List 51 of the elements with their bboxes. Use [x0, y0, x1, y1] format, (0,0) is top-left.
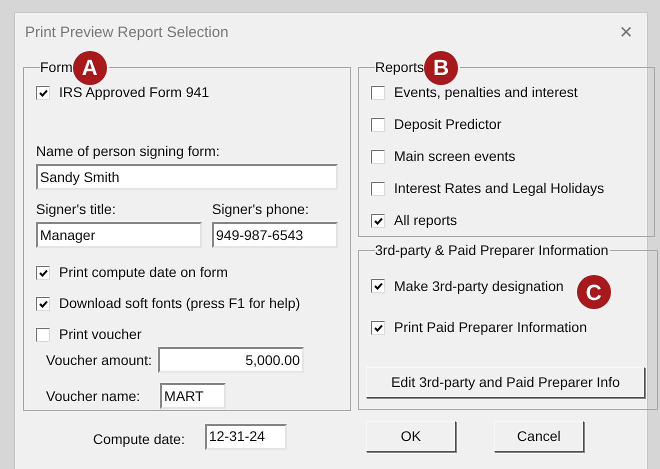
- checkbox[interactable]: [371, 150, 385, 164]
- checkbox-label: Make 3rd-party designation: [394, 276, 564, 296]
- checkbox[interactable]: [371, 86, 385, 100]
- checkbox[interactable]: [371, 214, 385, 228]
- group-title: Form: [40, 58, 73, 77]
- field-label: Voucher name:: [46, 386, 140, 406]
- checkbox-label: Deposit Predictor: [394, 115, 502, 134]
- checkbox-label: Print Paid Preparer Information: [394, 318, 587, 337]
- checkbox[interactable]: [371, 182, 385, 196]
- checkbox[interactable]: [36, 86, 50, 100]
- input-field[interactable]: MART: [160, 383, 226, 409]
- close-button[interactable]: ✕: [619, 20, 633, 46]
- window-title: Print Preview Report Selection: [25, 22, 228, 43]
- checkmark-icon: [374, 282, 382, 290]
- input-field[interactable]: 12-31-24: [204, 424, 287, 450]
- input-field[interactable]: Manager: [36, 222, 202, 248]
- checkbox[interactable]: [36, 266, 50, 280]
- checkbox-label: IRS Approved Form 941: [59, 83, 210, 102]
- checkbox[interactable]: [371, 279, 385, 293]
- checkbox[interactable]: [36, 328, 50, 342]
- input-field[interactable]: 949-987-6543: [212, 222, 338, 248]
- dialog-button[interactable]: OK: [366, 421, 456, 452]
- checkbox-label: Main screen events: [394, 147, 516, 166]
- field-label: Voucher amount:: [46, 350, 152, 370]
- checkmark-icon: [374, 324, 382, 332]
- checkbox-label: All reports: [394, 211, 458, 230]
- callout-badge: A: [72, 50, 107, 84]
- field-label: Compute date:: [93, 430, 185, 449]
- field-label: Signer's title:: [36, 200, 117, 219]
- checkbox-label: Interest Rates and Legal Holidays: [394, 179, 604, 198]
- field-label: Signer's phone:: [212, 200, 310, 219]
- field-label: Name of person signing form:: [36, 142, 221, 161]
- checkbox[interactable]: [371, 320, 385, 334]
- checkbox-label: Print voucher: [59, 325, 142, 344]
- checkbox-label: Events, penalties and interest: [394, 83, 578, 102]
- input-field[interactable]: Sandy Smith: [36, 164, 338, 190]
- callout-badge: C: [576, 275, 611, 309]
- checkbox[interactable]: [371, 118, 385, 132]
- group-title: 3rd-party & Paid Preparer Information: [375, 241, 608, 260]
- input-field[interactable]: 5,000.00: [158, 347, 304, 373]
- checkbox[interactable]: [36, 296, 50, 310]
- checkmark-icon: [374, 216, 382, 224]
- checkmark-icon: [38, 88, 48, 96]
- callout-badge: B: [424, 50, 458, 84]
- dialog-button[interactable]: Cancel: [494, 421, 584, 452]
- checkbox-label: Download soft fonts (press F1 for help): [59, 294, 300, 313]
- checkmark-icon: [38, 300, 48, 308]
- checkmark-icon: [38, 268, 48, 276]
- dialog-button[interactable]: Edit 3rd-party and Paid Preparer Info: [366, 367, 645, 398]
- checkbox-label: Print compute date on form: [59, 263, 228, 282]
- group-title: Reports: [375, 58, 424, 77]
